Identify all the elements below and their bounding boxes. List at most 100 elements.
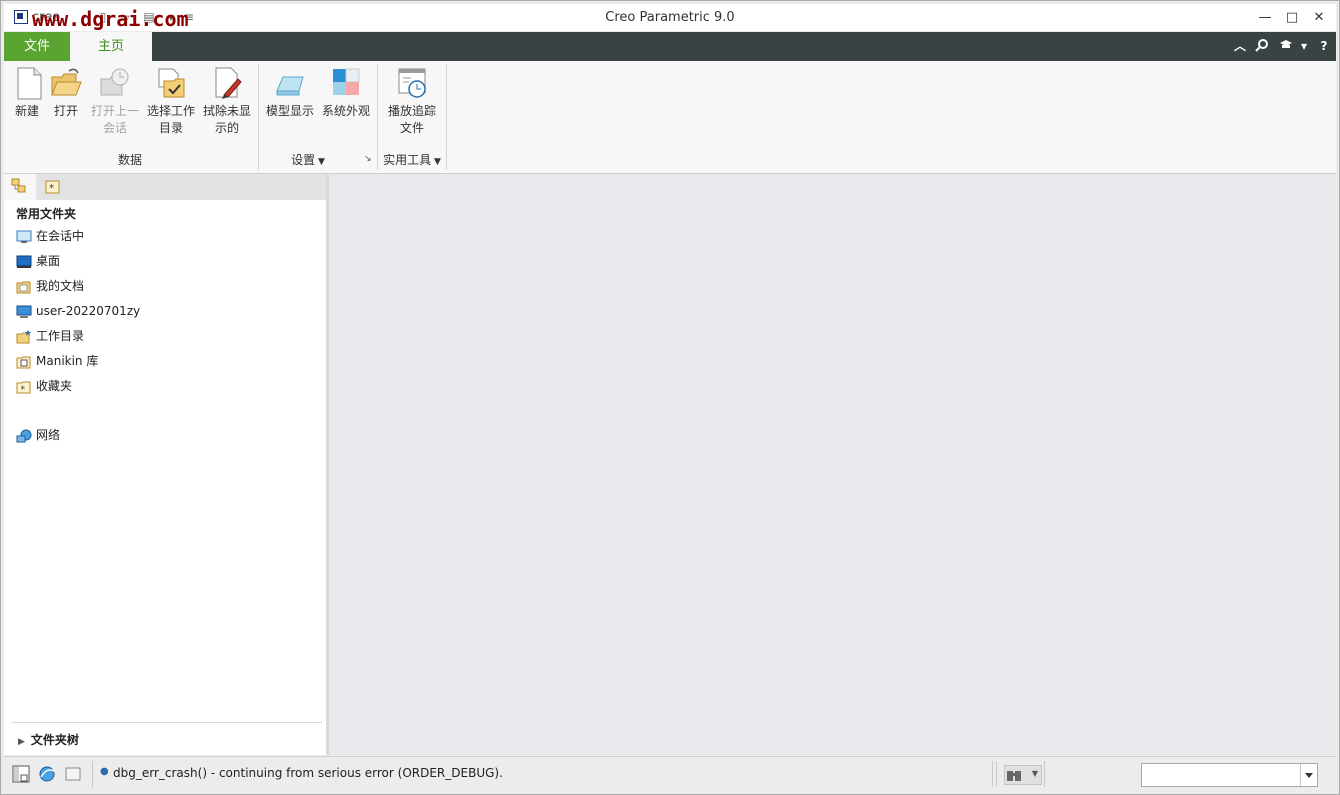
open-last-session-icon [98, 65, 132, 101]
manikin-library-icon [16, 355, 32, 369]
tab-file[interactable]: 文件 [4, 32, 70, 61]
erase-not-displayed-label-1: 拭除未显 [202, 104, 251, 118]
open-last-session-button[interactable]: 打开上一 会话 [90, 65, 140, 137]
toggle-browser-icon[interactable] [38, 765, 56, 783]
folder-item-label: 工作目录 [36, 329, 85, 343]
folder-item-label: 桌面 [36, 254, 61, 268]
folder-item-network[interactable]: 网络 [16, 425, 60, 445]
erase-not-displayed-button[interactable]: 拭除未显 示的 [202, 65, 252, 137]
dropdown-icon[interactable]: ▾ [1296, 38, 1312, 54]
title-bar: creo ▯ ▱ ▤ ▾ ≡ www.dgrai.com Creo Parame… [4, 4, 1336, 31]
status-separator [996, 761, 997, 787]
folder-tree-toggle[interactable]: ▶ 文件夹树 [18, 731, 79, 748]
group-separator [377, 64, 378, 170]
group-separator [258, 64, 259, 170]
my-documents-icon [16, 280, 32, 294]
system-appearance-icon [329, 65, 363, 101]
computer-icon [16, 305, 32, 319]
folder-item-label: 我的文档 [36, 279, 85, 293]
expand-triangle-icon: ▶ [18, 737, 25, 747]
play-trail-file-icon [395, 65, 429, 101]
maximize-button[interactable]: □ [1279, 8, 1305, 28]
find-button[interactable]: ▼ [1004, 765, 1042, 785]
open-folder-icon [49, 65, 83, 101]
favorites-icon: * [16, 380, 32, 395]
folder-navigator-panel: * 常用文件夹 在会话中 桌面 我的文档 user-20220701zy 工作目… [4, 174, 328, 755]
select-working-directory-label-2: 目录 [158, 121, 183, 135]
select-working-directory-icon [154, 65, 188, 101]
network-icon [16, 429, 32, 443]
group-label-data: 数据 [117, 153, 142, 167]
folder-item-label: user-20220701zy [36, 304, 141, 318]
folder-item-my-documents[interactable]: 我的文档 [16, 276, 84, 296]
close-button[interactable]: ✕ [1306, 8, 1332, 28]
help-icon[interactable]: ? [1316, 38, 1332, 54]
desktop-icon [16, 255, 32, 269]
play-trail-file-button[interactable]: 播放追踪 文件 [384, 65, 440, 137]
erase-not-displayed-icon [210, 65, 244, 101]
settings-dropdown-icon: ▼ [315, 157, 325, 167]
folder-item-label: Manikin 库 [36, 354, 99, 368]
group-label-settings[interactable]: 设置 ▼ [288, 151, 328, 168]
common-folders-header: 常用文件夹 [16, 207, 77, 221]
group-label-utilities[interactable]: 实用工具 ▼ [380, 151, 444, 168]
open-button-label: 打开 [53, 104, 78, 118]
folder-item-label: 在会话中 [36, 229, 85, 243]
tab-home[interactable]: 主页 [70, 32, 152, 61]
search-icon[interactable] [1254, 38, 1270, 54]
ribbon: 新建 打开 打开上一 会话 选择工作 目录 拭除未显 示的 数据 模型显示 系统… [4, 61, 1336, 174]
graphics-work-area[interactable] [329, 174, 1336, 755]
folder-item-desktop[interactable]: 桌面 [16, 251, 60, 271]
open-last-session-label-1: 打开上一 [90, 104, 139, 118]
status-message: dbg_err_crash() - continuing from seriou… [113, 766, 503, 780]
ribbon-tab-bar: 文件 主页 ︿ ▾ ? [4, 32, 1336, 61]
status-bar: ● dbg_err_crash() - continuing from seri… [4, 756, 1336, 792]
settings-dialog-launcher-icon[interactable]: ↘ [364, 154, 372, 164]
panel-divider [12, 722, 322, 723]
message-bullet-icon: ● [100, 766, 109, 777]
folder-item-favorites[interactable]: * 收藏夹 [16, 376, 72, 396]
utilities-dropdown-icon: ▼ [431, 157, 441, 167]
new-button-label: 新建 [14, 104, 39, 118]
collapse-ribbon-icon[interactable]: ︿ [1232, 38, 1248, 54]
status-separator [1044, 761, 1045, 787]
utilities-group-label: 实用工具 [383, 153, 432, 167]
toggle-navigator-icon[interactable] [12, 765, 30, 783]
play-trail-file-label-1: 播放追踪 [387, 104, 436, 118]
svg-text:*: * [21, 385, 26, 394]
favorites-folder-icon: * [45, 180, 60, 194]
selection-filter-dropdown[interactable] [1141, 763, 1318, 787]
open-button[interactable]: 打开 [48, 65, 84, 120]
select-working-directory-button[interactable]: 选择工作 目录 [146, 65, 196, 137]
new-file-icon [12, 65, 46, 101]
select-working-directory-label-1: 选择工作 [146, 104, 195, 118]
working-directory-icon [16, 329, 32, 344]
model-display-button[interactable]: 模型显示 [264, 65, 316, 120]
play-trail-file-label-2: 文件 [399, 121, 424, 135]
folder-item-working-directory[interactable]: 工作目录 [16, 326, 84, 346]
system-appearance-label: 系统外观 [321, 104, 370, 118]
chevron-down-icon [1300, 764, 1317, 786]
status-separator [992, 761, 993, 787]
status-separator [92, 761, 93, 787]
navigator-tabs: * [4, 174, 328, 200]
folder-item-computer[interactable]: user-20220701zy [16, 301, 140, 321]
find-dropdown-icon: ▼ [1031, 769, 1038, 778]
open-last-session-label-2: 会话 [102, 121, 127, 135]
tab-model-tree[interactable] [4, 174, 36, 200]
tab-favorites[interactable]: * [40, 174, 72, 200]
learning-icon[interactable] [1278, 38, 1294, 54]
system-appearance-button[interactable]: 系统外观 [320, 65, 372, 120]
new-button[interactable]: 新建 [12, 65, 42, 120]
window-title: Creo Parametric 9.0 [605, 10, 735, 25]
minimize-button[interactable]: — [1252, 8, 1278, 28]
folder-item-manikin-library[interactable]: Manikin 库 [16, 351, 98, 371]
folder-tree-label: 文件夹树 [30, 733, 79, 747]
binoculars-icon [1007, 771, 1021, 781]
group-separator [446, 64, 447, 170]
model-display-label: 模型显示 [265, 104, 314, 118]
svg-text:*: * [49, 183, 54, 194]
in-session-icon [16, 230, 32, 244]
folder-item-in-session[interactable]: 在会话中 [16, 226, 84, 246]
full-screen-icon[interactable] [64, 765, 82, 783]
